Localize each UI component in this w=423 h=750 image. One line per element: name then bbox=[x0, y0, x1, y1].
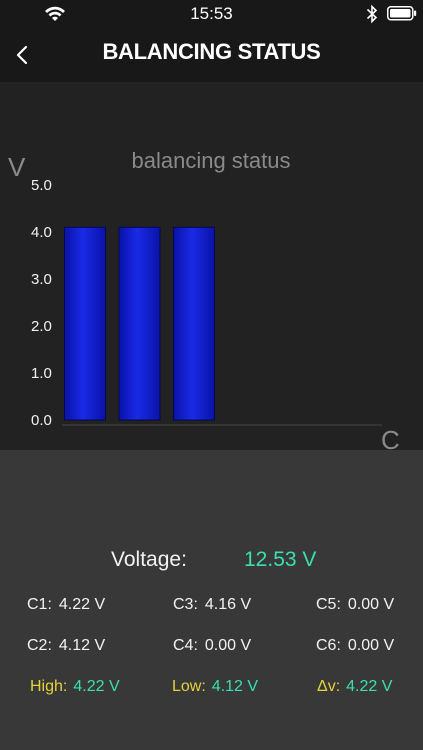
cell-c4: C4: 0.00 V bbox=[173, 637, 251, 655]
cell-c5: C5: 0.00 V bbox=[316, 596, 394, 614]
cell-label: C3: bbox=[173, 596, 198, 613]
cell-c2: C2: 4.12 V bbox=[27, 637, 105, 655]
bar-c3 bbox=[173, 226, 215, 421]
stat-low: Low: 4.12 V bbox=[172, 678, 258, 696]
y-tick-label: 1.0 bbox=[31, 365, 52, 382]
chart-title: balancing status bbox=[132, 148, 291, 173]
cell-value: 0.00 V bbox=[347, 637, 395, 654]
cell-label: C4: bbox=[173, 637, 198, 654]
page-title: BALANCING STATUS bbox=[102, 39, 321, 64]
y-tick-label: 4.0 bbox=[31, 224, 52, 241]
status-bar: 15:53 bbox=[0, 0, 423, 28]
cell-c3: C3: 4.16 V bbox=[173, 596, 251, 614]
info-panel: Voltage: 12.53 V C1: 4.22 V C2: 4.12 V C3:… bbox=[0, 450, 423, 750]
y-tick-labels: 0.0 1.0 2.0 3.0 4.0 5.0 bbox=[31, 177, 52, 429]
stat-label: Δv: bbox=[317, 678, 341, 695]
y-tick-label: 2.0 bbox=[31, 318, 52, 335]
bluetooth-icon bbox=[366, 4, 378, 24]
cell-value: 4.16 V bbox=[204, 596, 252, 613]
y-tick-label: 3.0 bbox=[31, 271, 52, 288]
voltage-value: 12.53 V bbox=[244, 548, 317, 571]
battery-icon bbox=[387, 6, 417, 21]
stat-value: 4.12 V bbox=[211, 678, 259, 695]
cell-value: 4.22 V bbox=[58, 596, 106, 613]
status-time: 15:53 bbox=[190, 4, 233, 23]
cell-c6: C6: 0.00 V bbox=[316, 637, 394, 655]
cell-label: C6: bbox=[316, 637, 341, 654]
cell-value: 4.12 V bbox=[58, 637, 106, 654]
y-axis-label: V bbox=[8, 152, 26, 182]
bar-c2 bbox=[118, 226, 161, 421]
y-tick-label: 0.0 bbox=[31, 412, 52, 429]
stat-label: High: bbox=[30, 678, 68, 695]
y-tick-label: 5.0 bbox=[31, 177, 52, 194]
stat-delta-v: Δv: 4.22 V bbox=[317, 678, 392, 696]
stat-value: 4.22 V bbox=[346, 678, 393, 695]
voltage-label: Voltage: bbox=[111, 548, 187, 571]
stat-label: Low: bbox=[172, 678, 206, 695]
cell-value: 0.00 V bbox=[347, 596, 395, 613]
chart-canvas: balancing status V C 0.01.02.03.04.05.0 … bbox=[8, 148, 400, 471]
cell-label: C5: bbox=[316, 596, 341, 613]
cell-c1: C1: 4.22 V bbox=[27, 596, 105, 614]
bar-c1 bbox=[64, 226, 106, 421]
navigation-bar: BALANCING STATUS bbox=[0, 28, 423, 82]
cell-label: C2: bbox=[27, 637, 52, 654]
balancing-chart: balancing status V C 0.0 1.0 2.0 3.0 4.0 5.0 … bbox=[0, 82, 423, 471]
stat-high: High: 4.22 V bbox=[30, 678, 120, 696]
cell-label: C1: bbox=[27, 596, 52, 613]
stat-value: 4.22 V bbox=[73, 678, 120, 695]
cell-value: 0.00 V bbox=[204, 637, 252, 654]
chart-bars bbox=[64, 226, 215, 421]
